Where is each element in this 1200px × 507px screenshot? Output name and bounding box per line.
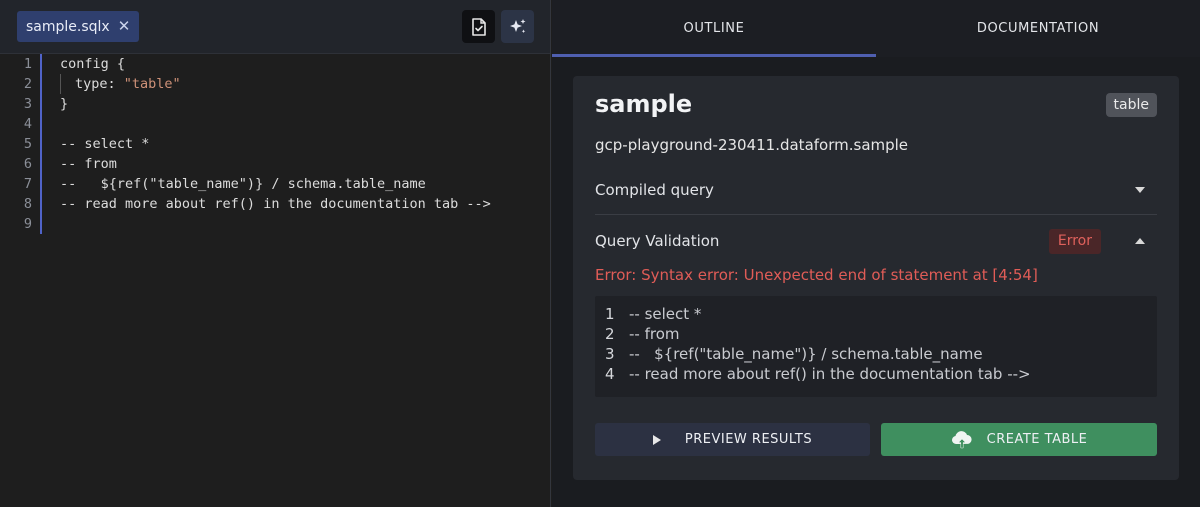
query-validation-toggle[interactable]: Query Validation Error — [595, 216, 1157, 266]
line-number: 4 — [23, 116, 32, 132]
details-panel: OUTLINE DOCUMENTATION sample table gcp-p… — [552, 0, 1200, 507]
play-icon — [652, 434, 661, 445]
code-area[interactable]: 1 config { 2 type: "table" 3 } 4 5 -- se… — [0, 54, 551, 234]
compile-button[interactable] — [462, 10, 495, 43]
change-marker — [40, 134, 42, 154]
sparkles-icon — [509, 18, 525, 33]
table-full-name: gcp-playground-230411.dataform.sample — [595, 136, 909, 154]
editor-toolbar: sample.sqlx ✕ — [0, 0, 550, 54]
snippet-line-number: 1 — [605, 305, 615, 323]
line-number: 9 — [23, 216, 32, 232]
snippet-text: -- from — [629, 325, 680, 343]
code-text: } — [60, 96, 69, 112]
panel-tabs: OUTLINE DOCUMENTATION — [552, 0, 1200, 57]
snippet-line: 4 -- read more about ref() in the documen… — [605, 364, 1147, 384]
preview-results-label: PREVIEW RESULTS — [684, 432, 813, 447]
change-marker — [40, 114, 42, 134]
line-number: 1 — [23, 56, 32, 72]
change-marker — [40, 214, 42, 234]
change-marker — [40, 194, 42, 214]
active-tab-indicator — [552, 54, 876, 57]
close-icon[interactable]: ✕ — [118, 19, 131, 34]
code-line: 8 -- read more about ref() in the docume… — [0, 194, 551, 214]
change-marker — [40, 174, 42, 194]
code-text: config { — [60, 56, 126, 72]
code-editor: sample.sqlx ✕ 1 config { 2 type: "table"… — [0, 0, 551, 507]
code-text: type: "table" — [60, 74, 181, 94]
snippet-line-number: 2 — [605, 325, 615, 343]
code-line: 1 config { — [0, 54, 551, 74]
outline-card: sample table gcp-playground-230411.dataf… — [573, 76, 1179, 480]
snippet-text: -- select * — [629, 305, 702, 323]
code-string: "table" — [123, 76, 181, 92]
create-table-button[interactable]: CREATE TABLE — [881, 423, 1157, 456]
snippet-text: -- ${ref("table_name")} / schema.table_n… — [629, 345, 983, 363]
error-message: Error: Syntax error: Unexpected end of s… — [595, 266, 1038, 284]
snippet-line: 2 -- from — [605, 324, 1147, 344]
code-comment: -- from — [60, 156, 117, 172]
preview-results-button[interactable]: PREVIEW RESULTS — [595, 423, 870, 456]
create-table-label: CREATE TABLE — [986, 432, 1088, 447]
line-number: 7 — [23, 176, 32, 192]
snippet-text: -- read more about ref() in the document… — [629, 365, 1031, 383]
code-line: 5 -- select * — [0, 134, 551, 154]
ai-assist-button[interactable] — [501, 10, 534, 43]
compiled-query-label: Compiled query — [595, 180, 714, 199]
code-line: 3 } — [0, 94, 551, 114]
line-number: 5 — [23, 136, 32, 152]
line-number: 8 — [23, 196, 32, 212]
chevron-down-icon — [1135, 186, 1145, 193]
chevron-up-icon — [1135, 238, 1145, 244]
line-number: 2 — [23, 76, 32, 92]
code-line: 6 -- from — [0, 154, 551, 174]
code-line: 4 — [0, 114, 551, 134]
query-validation-label: Query Validation — [595, 232, 720, 250]
code-key: type: — [75, 76, 124, 92]
file-tab-sample[interactable]: sample.sqlx ✕ — [17, 11, 140, 42]
change-marker — [40, 154, 42, 174]
tab-documentation[interactable]: DOCUMENTATION — [876, 0, 1200, 57]
snippet-line-number: 4 — [605, 365, 615, 383]
tab-outline[interactable]: OUTLINE — [552, 0, 876, 57]
file-tab-label: sample.sqlx — [26, 18, 110, 35]
snippet-line: 1 -- select * — [605, 304, 1147, 324]
snippet-line: 3 -- ${ref("table_name")} / schema.table_… — [605, 344, 1147, 364]
cloud-upload-icon — [951, 430, 972, 448]
file-check-icon — [471, 17, 486, 36]
code-comment: -- ${ref("table_name")} / schema.table_n… — [60, 176, 426, 192]
change-marker — [40, 54, 42, 74]
query-snippet: 1 -- select * 2 -- from 3 -- ${ref("table_n… — [595, 296, 1157, 397]
code-comment: -- select * — [60, 136, 150, 152]
status-badge: Error — [1048, 228, 1101, 254]
line-number: 3 — [23, 96, 32, 112]
code-comment: -- read more about ref() in the document… — [60, 196, 491, 212]
compiled-query-toggle[interactable]: Compiled query — [595, 165, 1157, 215]
indent-guide — [60, 74, 61, 94]
type-badge: table — [1105, 93, 1157, 117]
snippet-line-number: 3 — [605, 345, 615, 363]
code-line: 7 -- ${ref("table_name")} / schema.table… — [0, 174, 551, 194]
change-marker — [40, 94, 42, 114]
page-title: sample — [595, 90, 693, 118]
code-line: 9 — [0, 214, 551, 234]
line-number: 6 — [23, 156, 32, 172]
code-line: 2 type: "table" — [0, 74, 551, 94]
change-marker — [40, 74, 42, 94]
